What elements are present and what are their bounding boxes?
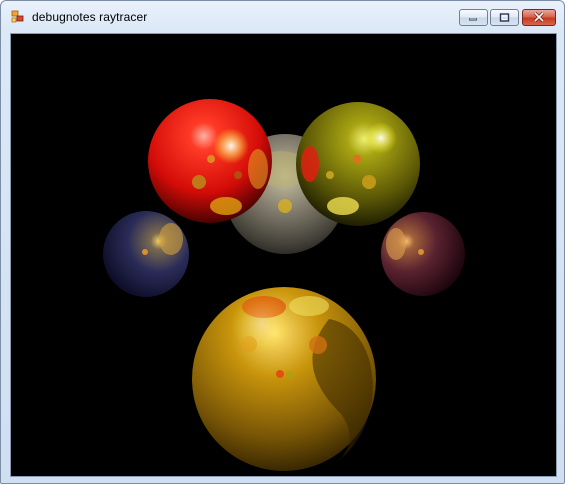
maximize-icon <box>499 9 510 27</box>
minimize-icon <box>468 9 479 27</box>
sphere-gold-front <box>192 287 376 471</box>
maximize-button[interactable] <box>490 9 519 26</box>
title-bar[interactable]: debugnotes raytracer <box>1 1 564 31</box>
close-button[interactable] <box>522 9 556 26</box>
close-icon <box>533 9 545 27</box>
sphere-red <box>148 99 272 223</box>
render-canvas <box>10 33 557 477</box>
window-title: debugnotes raytracer <box>32 10 148 24</box>
raytraced-scene <box>103 99 465 471</box>
sphere-olive <box>296 102 420 226</box>
sphere-navy-left <box>103 211 189 297</box>
app-window: debugnotes raytracer <box>0 0 565 484</box>
app-icon[interactable] <box>11 10 25 24</box>
minimize-button[interactable] <box>459 9 488 26</box>
sphere-maroon-right <box>381 212 465 296</box>
